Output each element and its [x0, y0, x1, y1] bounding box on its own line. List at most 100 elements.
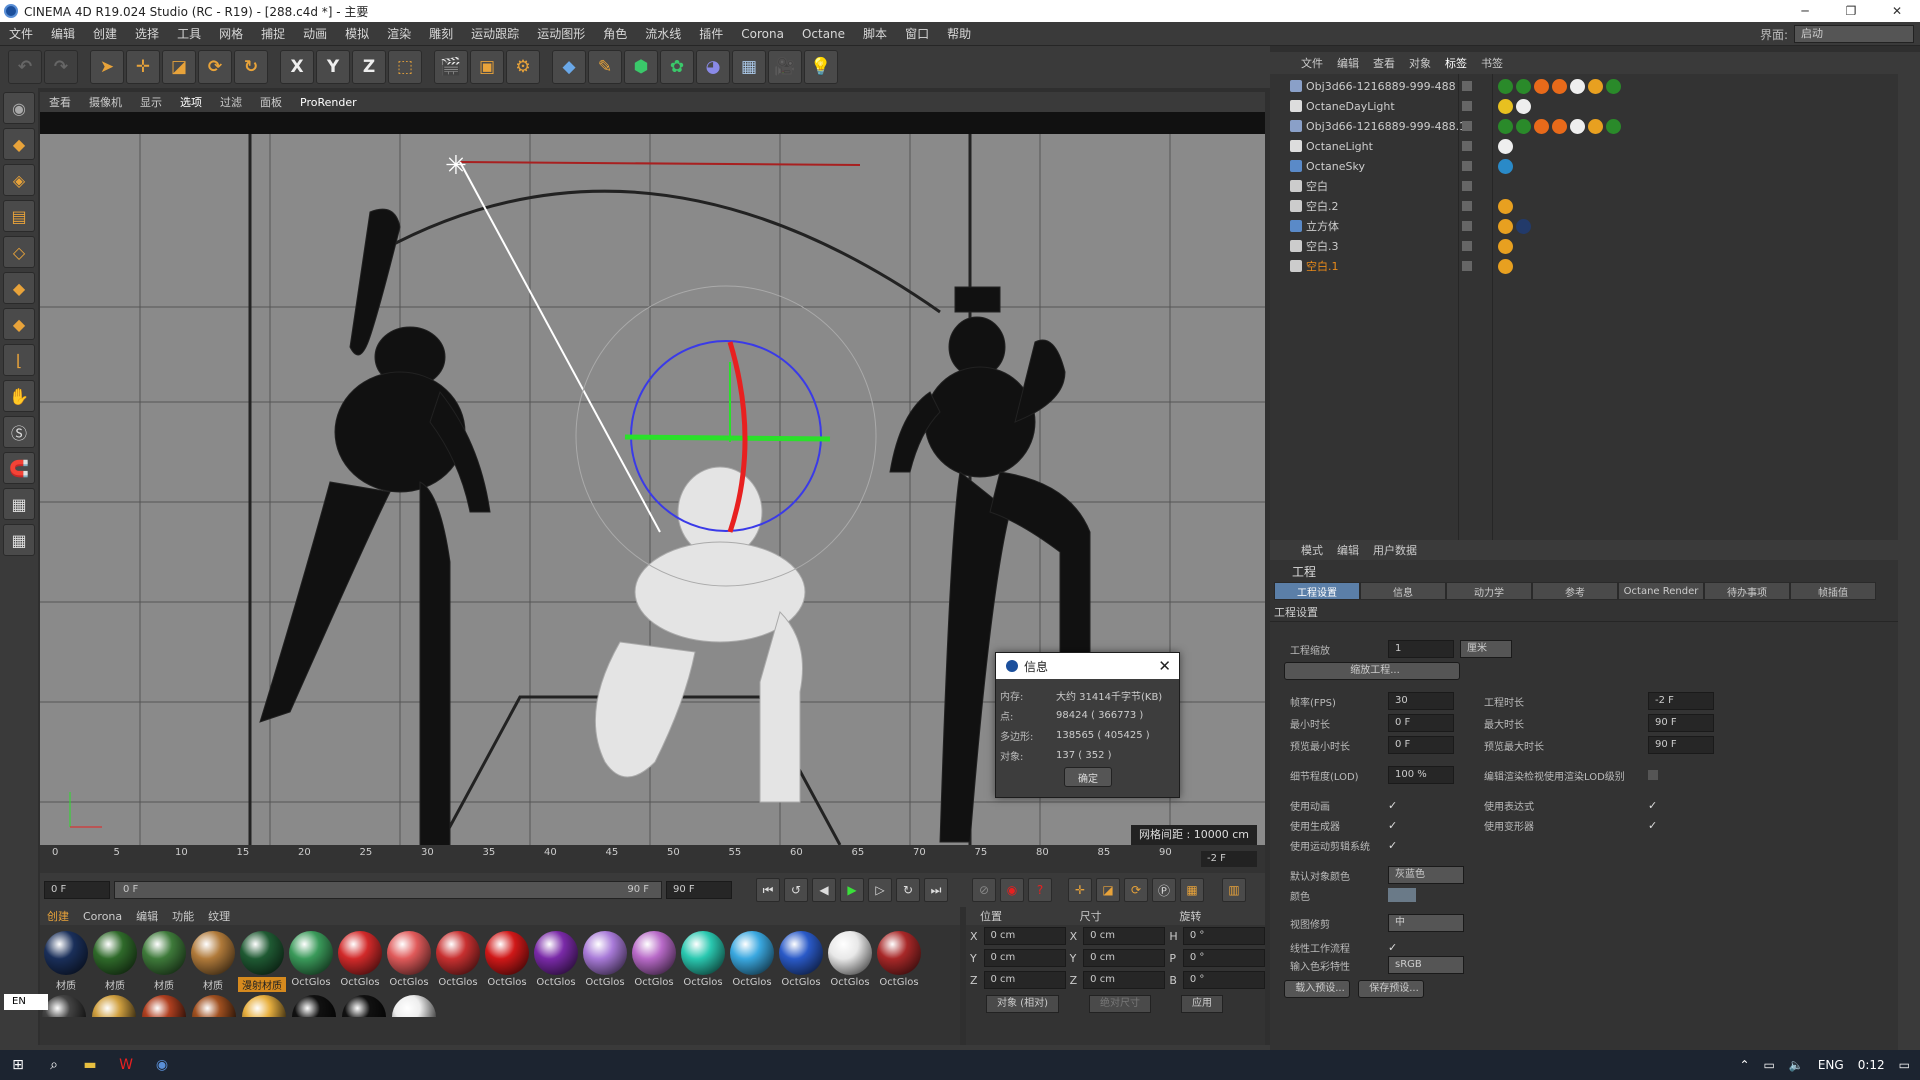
material-swatch[interactable]: OctGlos	[385, 931, 433, 995]
object-tag-icon[interactable]	[1516, 98, 1531, 114]
material-swatch[interactable]: OctGlos	[826, 931, 874, 995]
volume-icon[interactable]: 🔈	[1789, 1058, 1804, 1072]
object-row[interactable]: OctaneSky	[1270, 156, 1898, 176]
deformer-icon[interactable]: ◕	[696, 50, 730, 84]
material-swatch[interactable]: OctGlos	[728, 931, 776, 995]
next-key-icon[interactable]: ↻	[896, 878, 920, 902]
visibility-toggle-icon[interactable]	[1462, 221, 1472, 231]
camera-icon[interactable]: 🎥	[768, 50, 802, 84]
material-ball[interactable]	[142, 995, 186, 1017]
fps-field[interactable]: 30	[1388, 692, 1454, 710]
wps-icon[interactable]: W	[108, 1050, 144, 1080]
object-tag-icon[interactable]	[1498, 258, 1513, 274]
menu-item[interactable]: 脚本	[854, 25, 896, 42]
cube-icon[interactable]: ◆	[552, 50, 586, 84]
visibility-toggle-icon[interactable]	[1462, 181, 1472, 191]
snap-icon[interactable]: Ⓢ	[3, 416, 35, 448]
menu-item[interactable]: 工具	[168, 25, 210, 42]
menu-item[interactable]: Corona	[732, 27, 793, 41]
default-object-color-dropdown[interactable]: 灰蓝色	[1388, 866, 1464, 884]
start-frame-field[interactable]: 0 F	[44, 881, 110, 899]
material-swatch[interactable]: 材质	[189, 931, 237, 995]
key-pla-icon[interactable]: ▦	[1180, 878, 1204, 902]
end-frame-field[interactable]: 90 F	[666, 881, 732, 899]
coord-field[interactable]: 0 cm	[1083, 949, 1166, 967]
object-tag-icon[interactable]	[1570, 78, 1585, 94]
material-menu-item[interactable]: 编辑	[129, 908, 165, 924]
polygons-mode-icon[interactable]: ◆	[3, 308, 35, 340]
material-swatch[interactable]: OctGlos	[875, 931, 923, 995]
render-picture-viewer-icon[interactable]: ▣	[470, 50, 504, 84]
render-view-icon[interactable]: 🎬	[434, 50, 468, 84]
object-tag-icon[interactable]	[1516, 78, 1531, 94]
keyframe-selection-icon[interactable]: ?	[1028, 878, 1052, 902]
menu-item[interactable]: 编辑	[42, 25, 84, 42]
light-icon[interactable]: 💡	[804, 50, 838, 84]
coord-field[interactable]: 0 °	[1182, 971, 1265, 989]
menu-item[interactable]: Octane	[793, 27, 854, 41]
coord-field[interactable]: 0 °	[1182, 949, 1265, 967]
size-mode-dropdown[interactable]: 绝对尺寸	[1088, 995, 1151, 1013]
tray-language[interactable]: ENG	[1818, 1058, 1844, 1072]
viewport-menu-display[interactable]: 显示	[131, 94, 171, 110]
object-row[interactable]: 空白.1	[1270, 256, 1898, 276]
max-time-field[interactable]: 90 F	[1648, 714, 1714, 732]
coord-field[interactable]: 0 cm	[1083, 927, 1166, 945]
go-to-end-icon[interactable]: ⏭	[924, 878, 948, 902]
restore-button[interactable]: ❐	[1828, 0, 1874, 22]
coord-field[interactable]: 0 cm	[983, 949, 1066, 967]
material-swatch[interactable]: OctGlos	[581, 931, 629, 995]
model-mode-icon[interactable]: ◆	[3, 128, 35, 160]
z-axis-icon[interactable]: Z	[352, 50, 386, 84]
material-menu-item[interactable]: 功能	[165, 908, 201, 924]
attribute-manager-menu-item[interactable]: 用户数据	[1366, 542, 1424, 558]
lod-field[interactable]: 100 %	[1388, 766, 1454, 784]
timeline-ruler[interactable]: 0 5 10 15 20 25 30 35 40 45 50 55 60 65 70 75 80 85 90 -2 …	[40, 845, 1265, 873]
key-scale-icon[interactable]: ◪	[1096, 878, 1120, 902]
material-swatch[interactable]: OctGlos	[679, 931, 727, 995]
scale-project-button[interactable]: 缩放工程...	[1284, 662, 1460, 680]
material-swatch[interactable]: 材质	[91, 931, 139, 995]
next-frame-icon[interactable]: ▷	[868, 878, 892, 902]
menu-item[interactable]: 创建	[84, 25, 126, 42]
file-explorer-icon[interactable]: ▬	[72, 1050, 108, 1080]
visibility-toggle-icon[interactable]	[1462, 121, 1472, 131]
x-axis-icon[interactable]: X	[280, 50, 314, 84]
attribute-tab[interactable]: 参考	[1532, 582, 1618, 600]
menu-item[interactable]: 插件	[690, 25, 732, 42]
min-time-field[interactable]: 0 F	[1388, 714, 1454, 732]
object-tag-icon[interactable]	[1534, 78, 1549, 94]
object-row[interactable]: 空白	[1270, 176, 1898, 196]
input-language-selector[interactable]: EN	[4, 994, 48, 1010]
load-preset-button[interactable]: 载入预设...	[1284, 980, 1350, 998]
attribute-tab[interactable]: Octane Render	[1618, 582, 1704, 600]
menu-item[interactable]: 流水线	[636, 25, 690, 42]
render-settings-icon[interactable]: ⚙	[506, 50, 540, 84]
input-color-profile-dropdown[interactable]: sRGB	[1388, 956, 1464, 974]
object-manager-menu-item[interactable]: 文件	[1294, 55, 1330, 71]
record-keys-icon[interactable]: ⊘	[972, 878, 996, 902]
attribute-tab[interactable]: 工程设置	[1274, 582, 1360, 600]
object-name[interactable]: 立方体	[1306, 218, 1339, 234]
use-animation-checkbox[interactable]: ✓	[1388, 799, 1400, 812]
visibility-toggle-icon[interactable]	[1462, 161, 1472, 171]
object-tag-icon[interactable]	[1534, 118, 1549, 134]
attribute-tab[interactable]: 信息	[1360, 582, 1446, 600]
object-name[interactable]: Obj3d66-1216889-999-488.1	[1306, 120, 1466, 133]
menu-item[interactable]: 角色	[594, 25, 636, 42]
menu-item[interactable]: 捕捉	[252, 25, 294, 42]
rotate-tool-icon[interactable]: ⟳	[198, 50, 232, 84]
object-name[interactable]: 空白	[1306, 178, 1328, 194]
material-menu-item[interactable]: 创建	[40, 908, 76, 924]
save-preset-button[interactable]: 保存预设...	[1358, 980, 1424, 998]
visibility-toggle-icon[interactable]	[1462, 241, 1472, 251]
object-tag-icon[interactable]	[1498, 78, 1513, 94]
pen-icon[interactable]: ✎	[588, 50, 622, 84]
move-tool-icon[interactable]: ✛	[126, 50, 160, 84]
object-tag-icon[interactable]	[1516, 218, 1531, 234]
object-manager-menu-item[interactable]: 对象	[1402, 55, 1438, 71]
object-row[interactable]: OctaneLight	[1270, 136, 1898, 156]
axis-mode-icon[interactable]: ⌊	[3, 344, 35, 376]
texture-mode-icon[interactable]: ◈	[3, 164, 35, 196]
material-swatch[interactable]: OctGlos	[532, 931, 580, 995]
